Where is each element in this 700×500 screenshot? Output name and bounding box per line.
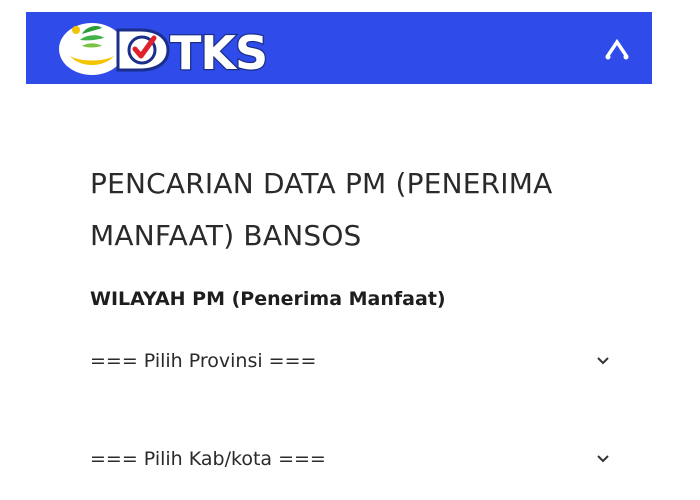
province-select[interactable]: === Pilih Provinsi === xyxy=(90,348,620,378)
chevron-down-icon xyxy=(597,357,609,365)
logo-sun-shape xyxy=(72,26,80,34)
province-select-value: === Pilih Provinsi === xyxy=(90,350,317,372)
dtks-logo[interactable]: TKS xyxy=(56,16,296,80)
collapse-caret-icon xyxy=(605,38,629,60)
search-form: PENCARIAN DATA PM (PENERIMA MANFAAT) BAN… xyxy=(90,158,630,476)
chevron-down-icon xyxy=(597,455,609,463)
top-header-bar: TKS xyxy=(26,12,652,84)
logo-wordmark: TKS xyxy=(170,26,267,80)
region-section-label: WILAYAH PM (Penerima Manfaat) xyxy=(90,288,446,310)
dtks-logo-icon: TKS xyxy=(59,23,269,80)
city-select-value: === Pilih Kab/kota === xyxy=(90,448,326,470)
header-toggle-button[interactable] xyxy=(600,34,634,64)
page-title: PENCARIAN DATA PM (PENERIMA MANFAAT) BAN… xyxy=(90,167,553,252)
city-select[interactable]: === Pilih Kab/kota === xyxy=(90,446,620,476)
page: TKS PENCARIAN DATA PM (PENERIMA MANFAAT)… xyxy=(0,0,700,500)
